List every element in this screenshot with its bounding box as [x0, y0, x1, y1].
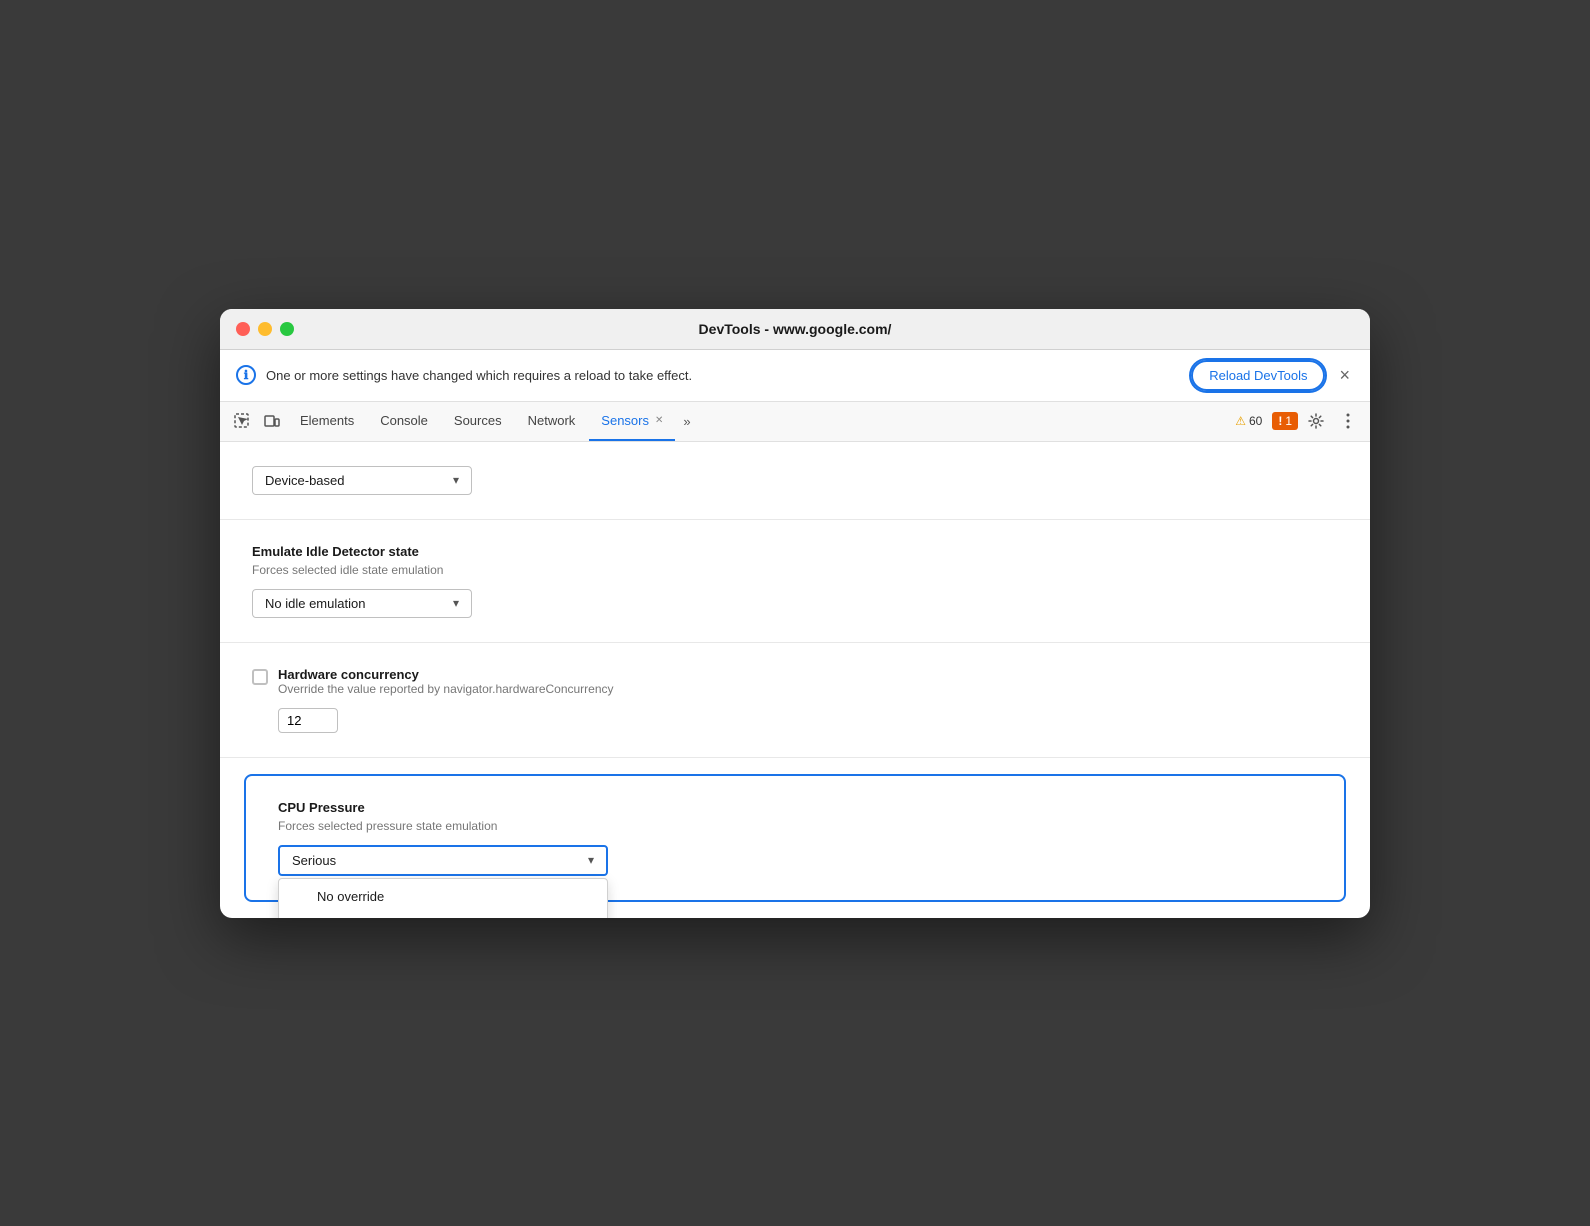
- warning-badge[interactable]: ⚠ 60: [1229, 412, 1268, 430]
- notification-bar: ℹ One or more settings have changed whic…: [220, 350, 1370, 402]
- cpu-pressure-menu: No override Nominal Fair ✓ Serious: [278, 878, 608, 918]
- cpu-pressure-label: CPU Pressure: [278, 800, 1312, 815]
- warning-icon: ⚠: [1235, 414, 1246, 428]
- maximize-button[interactable]: [280, 322, 294, 336]
- location-dropdown[interactable]: Device-based ▾: [252, 466, 472, 495]
- hardware-concurrency-section: Hardware concurrency Override the value …: [220, 643, 1370, 758]
- tab-sources[interactable]: Sources: [442, 402, 514, 441]
- cpu-pressure-dropdown[interactable]: Serious ▾: [278, 845, 608, 876]
- no-override-check: [295, 889, 309, 904]
- idle-detector-section: Emulate Idle Detector state Forces selec…: [220, 520, 1370, 643]
- hardware-concurrency-checkbox[interactable]: [252, 669, 268, 685]
- cpu-option-nominal[interactable]: Nominal: [279, 914, 607, 918]
- hardware-concurrency-input[interactable]: [278, 708, 338, 733]
- cpu-pressure-value: Serious: [292, 853, 336, 868]
- tab-console[interactable]: Console: [368, 402, 440, 441]
- close-notification-button[interactable]: ×: [1335, 365, 1354, 386]
- location-dropdown-arrow: ▾: [453, 473, 459, 487]
- warning-count: 60: [1249, 414, 1262, 428]
- idle-detector-desc: Forces selected idle state emulation: [252, 563, 1338, 577]
- main-content: Device-based ▾ Emulate Idle Detector sta…: [220, 442, 1370, 902]
- tab-actions: ⚠ 60 ! 1: [1229, 407, 1362, 435]
- cpu-pressure-dropdown-wrapper: Serious ▾ No override Nominal Fair: [278, 845, 608, 876]
- cpu-pressure-desc: Forces selected pressure state emulation: [278, 819, 1312, 833]
- idle-emulation-value: No idle emulation: [265, 596, 365, 611]
- error-count: 1: [1285, 414, 1292, 428]
- title-bar: DevTools - www.google.com/: [220, 309, 1370, 350]
- error-icon: !: [1278, 414, 1282, 428]
- hw-header: Hardware concurrency Override the value …: [252, 667, 1338, 696]
- close-button[interactable]: [236, 322, 250, 336]
- devtools-window: DevTools - www.google.com/ ℹ One or more…: [220, 309, 1370, 918]
- reload-devtools-button[interactable]: Reload DevTools: [1191, 360, 1325, 391]
- error-badge[interactable]: ! 1: [1272, 412, 1298, 430]
- minimize-button[interactable]: [258, 322, 272, 336]
- hw-desc: Override the value reported by navigator…: [278, 682, 614, 696]
- inspect-icon[interactable]: [228, 407, 256, 435]
- tab-overflow-button[interactable]: »: [677, 414, 696, 429]
- location-section: Device-based ▾: [220, 442, 1370, 520]
- cpu-pressure-section: CPU Pressure Forces selected pressure st…: [244, 774, 1346, 902]
- tab-network[interactable]: Network: [516, 402, 588, 441]
- settings-icon[interactable]: [1302, 407, 1330, 435]
- idle-emulation-dropdown[interactable]: No idle emulation ▾: [252, 589, 472, 618]
- cpu-pressure-arrow: ▾: [588, 853, 594, 867]
- notification-message: One or more settings have changed which …: [266, 368, 1181, 383]
- hw-title: Hardware concurrency: [278, 667, 614, 682]
- info-icon: ℹ: [236, 365, 256, 385]
- tab-sensors[interactable]: Sensors ✕: [589, 402, 675, 441]
- device-toggle-icon[interactable]: [258, 407, 286, 435]
- location-dropdown-value: Device-based: [265, 473, 345, 488]
- cpu-option-no-override[interactable]: No override: [279, 879, 607, 914]
- idle-emulation-arrow: ▾: [453, 596, 459, 610]
- window-title: DevTools - www.google.com/: [699, 321, 892, 337]
- idle-detector-label: Emulate Idle Detector state: [252, 544, 1338, 559]
- tab-bar: Elements Console Sources Network Sensors…: [220, 402, 1370, 442]
- tab-sensors-close[interactable]: ✕: [655, 415, 663, 426]
- more-menu-icon[interactable]: [1334, 407, 1362, 435]
- hw-info: Hardware concurrency Override the value …: [278, 667, 614, 696]
- tab-elements[interactable]: Elements: [288, 402, 366, 441]
- traffic-lights: [236, 322, 294, 336]
